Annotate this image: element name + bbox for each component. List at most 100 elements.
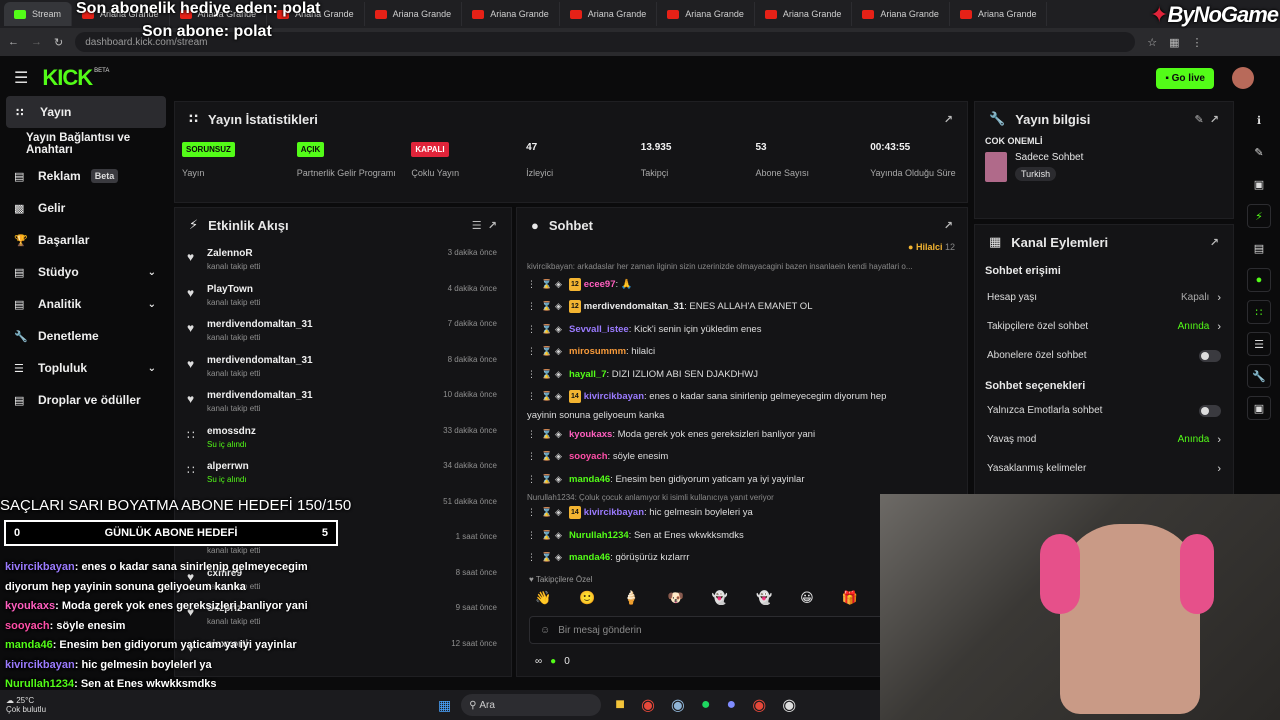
shield-icon[interactable]: ◈ — [555, 278, 569, 291]
chevron-down-icon[interactable]: ⌄ — [148, 363, 156, 374]
emote[interactable]: 👻 — [756, 590, 772, 606]
chat-message[interactable]: ⋮ ⌛ ◈ 14 kivircikbayan: enes o kadar sana si… — [517, 386, 967, 409]
hourglass-icon[interactable]: ⌛ — [541, 450, 555, 463]
activity-item[interactable]: ♥ merdivendomaltan_31 kanalı takip etti 10 … — [175, 384, 511, 420]
broadcast-icon[interactable]: ∷ — [1247, 300, 1271, 324]
chevron-down-icon[interactable]: ⌄ — [148, 299, 156, 310]
taskbar-search[interactable]: ⚲ Ara — [461, 694, 602, 716]
pin-icon[interactable]: ⋮ — [527, 506, 541, 519]
pin-icon[interactable]: ⋮ — [527, 428, 541, 441]
emote[interactable]: 🎁 — [842, 590, 858, 606]
shield-icon[interactable]: ◈ — [555, 506, 569, 519]
channel-setting-row[interactable]: Yasaklanmış kelimeler › — [975, 454, 1233, 483]
go-live-button[interactable]: ▪ Go live — [1156, 67, 1214, 89]
pin-icon[interactable]: ⋮ — [527, 368, 541, 381]
shield-icon[interactable]: ◈ — [555, 551, 569, 564]
chat-username[interactable]: manda46 — [569, 551, 610, 564]
toggle-switch[interactable] — [1199, 404, 1221, 417]
hourglass-icon[interactable]: ⌛ — [541, 473, 555, 486]
chat-username[interactable]: ecee97 — [584, 278, 616, 291]
chrome-icon[interactable]: ◉ — [752, 695, 766, 715]
browser-tab[interactable]: Ariana Grande — [950, 2, 1048, 26]
wrench-icon[interactable]: 🔧 — [1247, 364, 1271, 388]
back-icon[interactable]: ← — [8, 36, 19, 48]
window-icon[interactable]: ▣ — [1247, 396, 1271, 420]
menu-dots-icon[interactable]: ⋮ — [1192, 36, 1203, 49]
browser-tab[interactable]: Stream — [4, 2, 73, 26]
sidebar-item[interactable]: ☰ Topluluk ⌄ — [0, 352, 172, 384]
filter-icon[interactable]: ☰ ↗ — [472, 219, 497, 232]
sliders-icon[interactable]: ☰ — [1247, 332, 1271, 356]
shield-icon[interactable]: ◈ — [555, 428, 569, 441]
chat-username[interactable]: merdivendomaltan_31 — [584, 300, 684, 313]
chat-username[interactable]: Sevvall_istee — [569, 323, 629, 336]
pin-icon[interactable]: ⋮ — [527, 473, 541, 486]
chevron-right-icon[interactable]: › — [1217, 292, 1221, 304]
chat-username[interactable]: sooyach — [569, 450, 608, 463]
chevron-right-icon[interactable]: › — [1217, 434, 1221, 446]
emote[interactable]: 🐶 — [668, 590, 684, 606]
hourglass-icon[interactable]: ⌛ — [541, 428, 555, 441]
channel-setting-row[interactable]: Yavaş mod Anında › — [975, 425, 1233, 454]
shield-icon[interactable]: ◈ — [555, 390, 569, 403]
chat-icon[interactable]: ● — [1247, 268, 1271, 292]
chat-username[interactable]: hayall_7 — [569, 368, 607, 381]
pin-icon[interactable]: ⋮ — [527, 529, 541, 542]
popout-icon[interactable]: ↗ — [944, 219, 953, 232]
sidebar-item[interactable]: ∷ Yayın — [6, 96, 166, 128]
sidebar-item[interactable]: 🔧 Denetleme — [0, 320, 172, 352]
activity-item[interactable]: ∷ alperrwn Su iç alındı 34 dakika önce — [175, 455, 511, 491]
chat-username[interactable]: mirosummm — [569, 345, 626, 358]
pin-icon[interactable]: ⋮ — [527, 390, 541, 403]
hourglass-icon[interactable]: ⌛ — [541, 390, 555, 403]
hourglass-icon[interactable]: ⌛ — [541, 278, 555, 291]
forward-icon[interactable]: → — [31, 36, 42, 48]
chevron-down-icon[interactable]: ⌄ — [148, 267, 156, 278]
hourglass-icon[interactable]: ⌛ — [541, 345, 555, 358]
chat-username[interactable]: Nurullah1234 — [569, 529, 629, 542]
avatar[interactable] — [1232, 67, 1254, 89]
chat-username[interactable]: kivircikbayan — [584, 390, 644, 403]
chat-message[interactable]: ⋮ ⌛ ◈ mirosummm: hilalci — [517, 341, 967, 364]
chat-username[interactable]: manda46 — [569, 473, 610, 486]
shield-icon[interactable]: ◈ — [555, 345, 569, 358]
chat-message[interactable]: ⋮ ⌛ ◈ 12 merdivendomaltan_31: ENES ALLAH'A E… — [517, 296, 967, 319]
channel-setting-row[interactable]: Takipçilere özel sohbet Anında › — [975, 312, 1233, 341]
emote[interactable]: 🍦 — [623, 590, 639, 606]
kick-logo[interactable]: KICK — [42, 65, 93, 91]
sidebar-item[interactable]: Yayın Bağlantısı ve Anahtarı — [0, 128, 172, 160]
chat-message[interactable]: ⋮ ⌛ ◈ hayall_7: DIZI IZLIOM ABI SEN DJAKDHW… — [517, 363, 967, 386]
shield-icon[interactable]: ◈ — [555, 450, 569, 463]
edit-icon[interactable]: ✎ ↗ — [1194, 113, 1219, 126]
hamburger-icon[interactable]: ☰ — [14, 68, 28, 88]
explorer-icon[interactable]: ■ — [615, 696, 625, 714]
browser-tab[interactable]: Ariana Grande — [365, 2, 463, 26]
hourglass-icon[interactable]: ⌛ — [541, 300, 555, 313]
emote[interactable]: 😀 — [800, 590, 814, 606]
browser-tab[interactable]: Ariana Grande — [560, 2, 658, 26]
channel-setting-row[interactable]: Yalnızca Emotlarla sohbet — [975, 396, 1233, 425]
bolt-icon[interactable]: ⚡ — [1247, 204, 1271, 228]
emote[interactable]: 👻 — [712, 590, 728, 606]
chat-message[interactable]: yayinin sonuna geliyoeum kanka — [517, 408, 967, 423]
chat-message[interactable]: ⋮ ⌛ ◈ manda46: Enesim ben gidiyorum yaticam… — [517, 468, 967, 491]
shield-icon[interactable]: ◈ — [555, 529, 569, 542]
shield-icon[interactable]: ◈ — [555, 300, 569, 313]
activity-item[interactable]: ♥ merdivendomaltan_31 kanalı takip etti 8 d… — [175, 349, 511, 385]
channel-setting-row[interactable]: Abonelere özel sohbet — [975, 341, 1233, 370]
chat-username[interactable]: kyoukaxs — [569, 428, 612, 441]
pin-icon[interactable]: ⋮ — [527, 345, 541, 358]
shield-icon[interactable]: ◈ — [555, 323, 569, 336]
reload-icon[interactable]: ↻ — [54, 36, 63, 49]
steam-icon[interactable]: ◉ — [671, 695, 685, 715]
sidebar-item[interactable]: ▤ Droplar ve ödüller — [0, 384, 172, 416]
emoji-icon[interactable]: ☺ — [540, 625, 550, 636]
weather-widget[interactable]: ☁ 25°C Çok bulutlu — [6, 696, 46, 714]
discord-icon[interactable]: ● — [727, 696, 737, 714]
hourglass-icon[interactable]: ⌛ — [541, 323, 555, 336]
activity-item[interactable]: ♥ merdivendomaltan_31 kanalı takip etti 7 d… — [175, 313, 511, 349]
activity-item[interactable]: ♥ ZalennoR kanalı takip etti 3 dakika önce — [175, 242, 511, 278]
toggle-switch[interactable] — [1199, 349, 1221, 362]
browser-tab[interactable]: Ariana Grande — [657, 2, 755, 26]
reward-icon[interactable]: ∞ — [535, 656, 542, 667]
